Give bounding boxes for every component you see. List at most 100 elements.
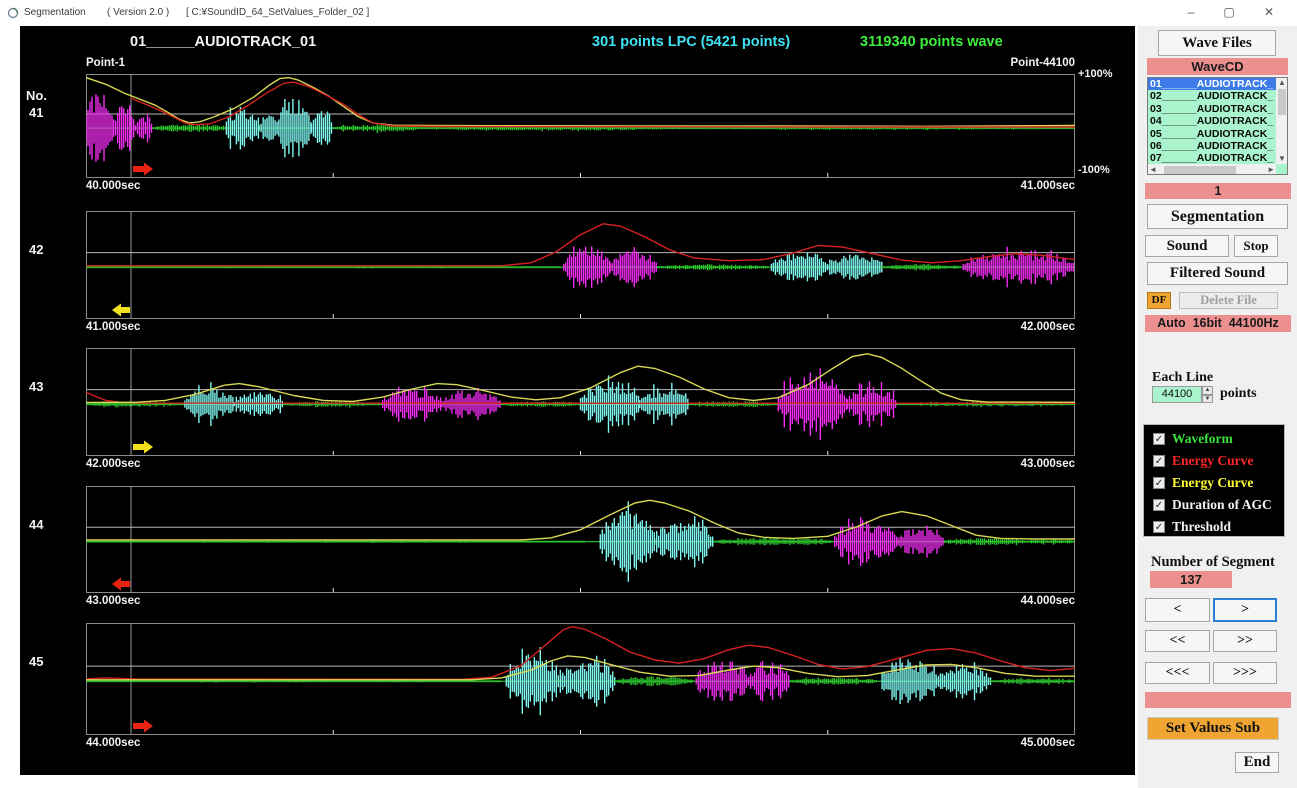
display-option-label: Waveform [1172, 431, 1233, 447]
points-label: points [1220, 386, 1257, 402]
track-title: 01______AUDIOTRACK_01 [130, 34, 316, 50]
display-option-checkbox-3[interactable]: ✓ [1153, 499, 1165, 511]
vscroll-thumb[interactable] [1278, 89, 1286, 115]
pct-bottom-label: -100% [1078, 164, 1110, 176]
row-number: 42 [29, 242, 43, 257]
file-number-display: 1 [1145, 183, 1291, 199]
wave-files-button[interactable]: Wave Files [1158, 30, 1276, 56]
sound-button[interactable]: Sound [1145, 235, 1229, 257]
minimize-button[interactable]: – [1176, 2, 1206, 22]
time-end-label: 42.000sec [955, 321, 1075, 333]
display-option-row: ✓ Duration of AGC [1153, 497, 1284, 513]
vscroll-down-icon[interactable]: ▼ [1276, 154, 1288, 164]
display-option-checkbox-1[interactable]: ✓ [1153, 455, 1165, 467]
file-list-item[interactable]: 04______AUDIOTRACK_ [1148, 115, 1276, 127]
close-button[interactable]: ✕ [1254, 2, 1284, 22]
file-list-item[interactable]: 03______AUDIOTRACK_ [1148, 103, 1276, 115]
display-options-panel: ✓ Waveform ✓ Energy Curve ✓ Energy Curve ✓ Dura… [1143, 424, 1285, 537]
maximize-button[interactable]: ▢ [1214, 2, 1244, 22]
prev-segment-button[interactable]: < [1145, 598, 1210, 622]
prev-page-button[interactable]: << [1145, 630, 1210, 652]
file-list-item[interactable]: 02______AUDIOTRACK_ [1148, 90, 1276, 102]
right-arrow-marker-icon [133, 163, 153, 176]
end-button[interactable]: End [1235, 752, 1279, 773]
window-path: [ C:¥SoundID_64_SetValues_Folder_02 ] [186, 7, 369, 18]
time-start-label: 41.000sec [86, 321, 140, 333]
file-list-vscrollbar[interactable]: ▲ ▼ [1276, 78, 1288, 164]
segment-count-label: Number of Segment [1151, 554, 1275, 571]
display-option-label: Energy Curve [1172, 475, 1253, 491]
control-panel: Wave Files WaveCD 01______AUDIOTRACK_02_… [1138, 26, 1297, 788]
file-list-item[interactable]: 06______AUDIOTRACK_ [1148, 140, 1276, 152]
left-arrow-marker-icon [112, 578, 130, 591]
wave-file-list[interactable]: 01______AUDIOTRACK_02______AUDIOTRACK_03… [1147, 77, 1288, 175]
status-bar [1145, 692, 1291, 708]
file-list-item[interactable]: 01______AUDIOTRACK_ [1148, 78, 1276, 90]
df-button[interactable]: DF [1147, 292, 1171, 309]
file-list-item[interactable]: 05______AUDIOTRACK_ [1148, 128, 1276, 140]
lpc-info: 301 points LPC (5421 points) [592, 34, 790, 50]
wavecd-button[interactable]: WaveCD [1147, 58, 1288, 75]
waveform-panel-43[interactable] [86, 348, 1075, 456]
segment-count-value: 137 [1150, 571, 1232, 588]
left-arrow-marker-icon [112, 304, 130, 317]
next-page-button[interactable]: >> [1213, 630, 1277, 652]
display-option-label: Energy Curve [1172, 453, 1253, 469]
window-titlebar: Segmentation ( Version 2.0 ) [ C:¥SoundI… [0, 0, 1297, 26]
hscroll-right-icon[interactable]: ► [1267, 165, 1275, 175]
delete-file-button: Delete File [1179, 292, 1278, 309]
point-last-label: Point-44100 [955, 57, 1075, 69]
display-option-label: Duration of AGC [1172, 497, 1272, 513]
spinner-down-icon[interactable]: ▼ [1202, 395, 1213, 404]
display-option-row: ✓ Waveform [1153, 431, 1284, 447]
last-button[interactable]: >>> [1213, 662, 1277, 684]
right-arrow-marker-icon [133, 441, 153, 454]
display-option-row: ✓ Energy Curve [1153, 453, 1284, 469]
file-list-item[interactable]: 07______AUDIOTRACK_ [1148, 152, 1276, 164]
time-end-label: 41.000sec [955, 180, 1075, 192]
time-end-label: 45.000sec [955, 737, 1075, 749]
row-number: 41 [29, 105, 43, 120]
row-number: 45 [29, 654, 43, 669]
display-option-checkbox-2[interactable]: ✓ [1153, 477, 1165, 489]
display-option-checkbox-0[interactable]: ✓ [1153, 433, 1165, 445]
pct-top-label: +100% [1078, 68, 1113, 80]
display-option-row: ✓ Threshold [1153, 519, 1284, 535]
display-option-row: ✓ Energy Curve [1153, 475, 1284, 491]
hscroll-thumb[interactable] [1164, 166, 1236, 174]
row-number: 44 [29, 517, 43, 532]
time-start-label: 42.000sec [86, 458, 140, 470]
wave-info: 3119340 points wave [860, 34, 1003, 50]
each-line-input[interactable]: 44100 [1152, 386, 1202, 403]
vscroll-up-icon[interactable]: ▲ [1276, 78, 1288, 88]
format-info-bar: Auto 16bit 44100Hz [1145, 315, 1291, 332]
app-icon [7, 7, 19, 22]
time-end-label: 43.000sec [955, 458, 1075, 470]
waveform-display-area: 01______AUDIOTRACK_01 301 points LPC (54… [20, 26, 1135, 775]
time-start-label: 44.000sec [86, 737, 140, 749]
waveform-panel-44[interactable] [86, 486, 1075, 593]
display-option-checkbox-4[interactable]: ✓ [1153, 521, 1165, 533]
time-start-label: 40.000sec [86, 180, 140, 192]
time-end-label: 44.000sec [955, 595, 1075, 607]
display-option-label: Threshold [1172, 519, 1231, 535]
waveform-panel-45[interactable] [86, 623, 1075, 735]
filtered-sound-button[interactable]: Filtered Sound [1147, 262, 1288, 285]
window-title: Segmentation [24, 7, 86, 18]
hscroll-left-icon[interactable]: ◄ [1149, 165, 1157, 175]
point-first-label: Point-1 [86, 57, 125, 69]
waveform-panel-42[interactable] [86, 211, 1075, 319]
row-number: 43 [29, 379, 43, 394]
spinner-up-icon[interactable]: ▲ [1202, 386, 1213, 395]
first-button[interactable]: <<< [1145, 662, 1210, 684]
right-arrow-marker-icon [133, 720, 153, 733]
set-values-sub-button[interactable]: Set Values Sub [1147, 717, 1279, 740]
stop-button[interactable]: Stop [1234, 235, 1278, 257]
each-line-label: Each Line [1152, 370, 1213, 386]
waveform-panel-41[interactable] [86, 74, 1075, 178]
row-number-header: No. [26, 88, 47, 103]
segmentation-button[interactable]: Segmentation [1147, 204, 1288, 229]
file-list-hscrollbar[interactable]: ◄ ► [1148, 164, 1276, 175]
time-start-label: 43.000sec [86, 595, 140, 607]
next-segment-button[interactable]: > [1213, 598, 1277, 622]
